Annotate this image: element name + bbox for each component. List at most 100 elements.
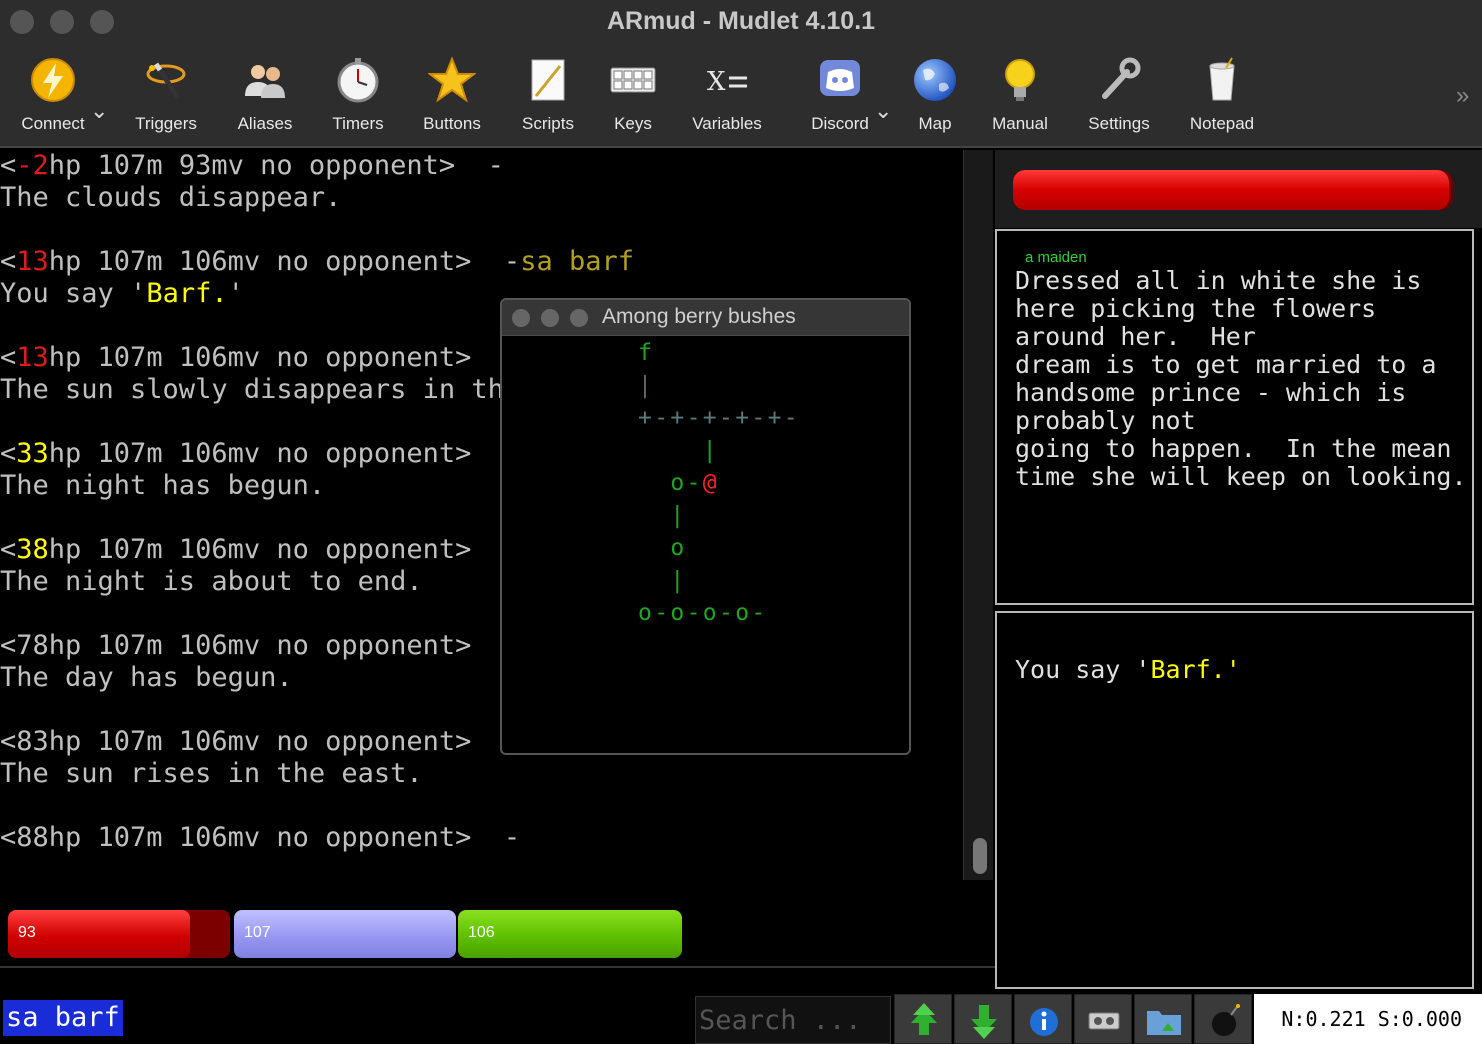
notepad-icon [1209, 57, 1235, 101]
up-arrow-icon [911, 1003, 937, 1035]
map-glyph: | [703, 438, 717, 464]
manual-button[interactable]: Manual [986, 56, 1054, 134]
console-text: 38 [16, 534, 49, 565]
moves-gauge-value: 106 [468, 924, 495, 941]
connect-dropdown-chevron-icon[interactable]: ⌄ [90, 98, 108, 124]
map-glyph: - [751, 600, 765, 626]
target-health-bar [1013, 170, 1453, 210]
replay-button[interactable] [1074, 994, 1132, 1044]
wand-icon [146, 62, 186, 100]
lightbulb-icon [1005, 59, 1035, 101]
map-glyph: o [638, 600, 652, 626]
console-text: The day has begun. [0, 662, 293, 693]
discord-icon [820, 60, 860, 96]
console-text: <83hp 107m 106mv no opponent> - [0, 726, 521, 757]
command-input[interactable]: sa barf [3, 1000, 123, 1036]
map-glyph: o [670, 470, 684, 496]
scripts-button[interactable]: Scripts [512, 56, 584, 134]
triggers-button[interactable]: Triggers [128, 56, 204, 134]
gauge-bar: 93 107 106 [0, 880, 995, 966]
mob-name: a maiden [1025, 249, 1087, 266]
room-description-panel: a maiden Dressed all in white she is here… [995, 229, 1474, 605]
description-line: probably not [1015, 406, 1196, 435]
discord-button[interactable]: Discord [804, 56, 876, 134]
map-glyph: - [687, 405, 701, 431]
lightning-icon [31, 58, 75, 102]
notepad-button[interactable]: Notepad [1182, 56, 1262, 134]
map-button[interactable]: Map [904, 56, 966, 134]
variables-icon: X [707, 67, 747, 97]
map-glyph: | [638, 373, 652, 399]
console-text: < [0, 342, 17, 373]
console-text: The night has begun. [0, 470, 326, 501]
map-glyph: + [735, 405, 749, 431]
console-line: <13hp 107m 106mv no opponent> -sa barf [0, 246, 965, 278]
map-zoom-button[interactable] [570, 309, 588, 327]
folder-download-icon [1147, 1011, 1181, 1035]
map-glyph: - [654, 600, 668, 626]
down-arrow-icon [971, 1005, 997, 1039]
map-glyph: - [654, 405, 668, 431]
chat-panel: You say 'Barf.' [995, 611, 1474, 989]
settings-button[interactable]: Settings [1080, 56, 1158, 134]
console-text: < [0, 438, 17, 469]
wrench-icon [1102, 57, 1141, 99]
map-glyph: + [638, 405, 652, 431]
console-text: Barf. [146, 278, 228, 309]
map-minimize-button[interactable] [541, 309, 559, 327]
timers-button[interactable]: Timers [322, 56, 394, 134]
target-health-panel [995, 150, 1482, 228]
map-glyph: - [719, 405, 733, 431]
console-text: sa barf [520, 246, 634, 277]
console-text: ' [227, 278, 244, 309]
description-line: dream is to get married to a [1015, 350, 1437, 379]
description-line: Dressed all in white she is [1015, 266, 1422, 295]
map-close-button[interactable] [512, 309, 530, 327]
console-scrollbar[interactable] [963, 150, 993, 880]
console-text: -2 [16, 150, 49, 181]
log-button[interactable] [1134, 994, 1192, 1044]
description-line: time she will keep on looking. [1015, 462, 1467, 491]
console-line: <88hp 107m 106mv no opponent> - [0, 822, 965, 854]
console-scroll-thumb[interactable] [973, 838, 987, 874]
connect-button[interactable]: Connect [14, 56, 92, 134]
aliases-button[interactable]: Aliases [228, 56, 302, 134]
star-icon [428, 56, 476, 103]
svg-text:X: X [707, 67, 726, 97]
room-map[interactable]: f|+ - + - + - + - + -|o - @|o|o - o - o - o - [502, 336, 911, 755]
map-glyph: - [784, 405, 798, 431]
hp-gauge-value: 93 [18, 924, 36, 941]
console-text: The sun rises in the east. [0, 758, 423, 789]
search-input[interactable]: Search ... [695, 996, 891, 1044]
map-window[interactable]: Among berry bushes f | + - + - + - + - + - | o - @ | o | o -… [500, 298, 911, 755]
console-text: < [0, 150, 17, 181]
buttons-button[interactable]: Buttons [414, 56, 490, 134]
player-location-marker: @ [703, 470, 717, 496]
console-line: <-2hp 107m 93mv no opponent> - [0, 150, 965, 182]
info-icon [1030, 1008, 1058, 1036]
scroll-down-button[interactable] [954, 994, 1012, 1044]
emergency-stop-button[interactable] [1194, 994, 1252, 1044]
map-glyph: f [638, 340, 652, 366]
toolbar-overflow-icon[interactable]: » [1456, 82, 1469, 110]
map-glyph: | [670, 568, 684, 594]
map-window-titlebar[interactable]: Among berry bushes [502, 300, 909, 336]
info-button[interactable] [1014, 994, 1072, 1044]
scroll-up-button[interactable] [894, 994, 952, 1044]
console-text: <88hp 107m 106mv no opponent> - [0, 822, 521, 853]
target-health-fill [1013, 170, 1449, 210]
keys-button[interactable]: Keys [600, 56, 666, 134]
window-title: ARmud - Mudlet 4.10.1 [606, 7, 876, 35]
network-status: N:0.221 S:0.000 [1254, 994, 1482, 1044]
keyboard-icon [610, 67, 656, 93]
map-glyph: o [670, 535, 684, 561]
console-text: 13 [16, 246, 49, 277]
map-glyph: o [670, 600, 684, 626]
mana-gauge: 107 [234, 910, 456, 958]
globe-icon [914, 59, 956, 101]
console-text: The night is about to end. [0, 566, 423, 597]
variables-button[interactable]: X Variables [684, 56, 770, 134]
discord-dropdown-chevron-icon[interactable]: ⌄ [874, 98, 892, 124]
toolbar: Connect ⌄ Triggers Aliases Timers Button… [0, 44, 1482, 148]
